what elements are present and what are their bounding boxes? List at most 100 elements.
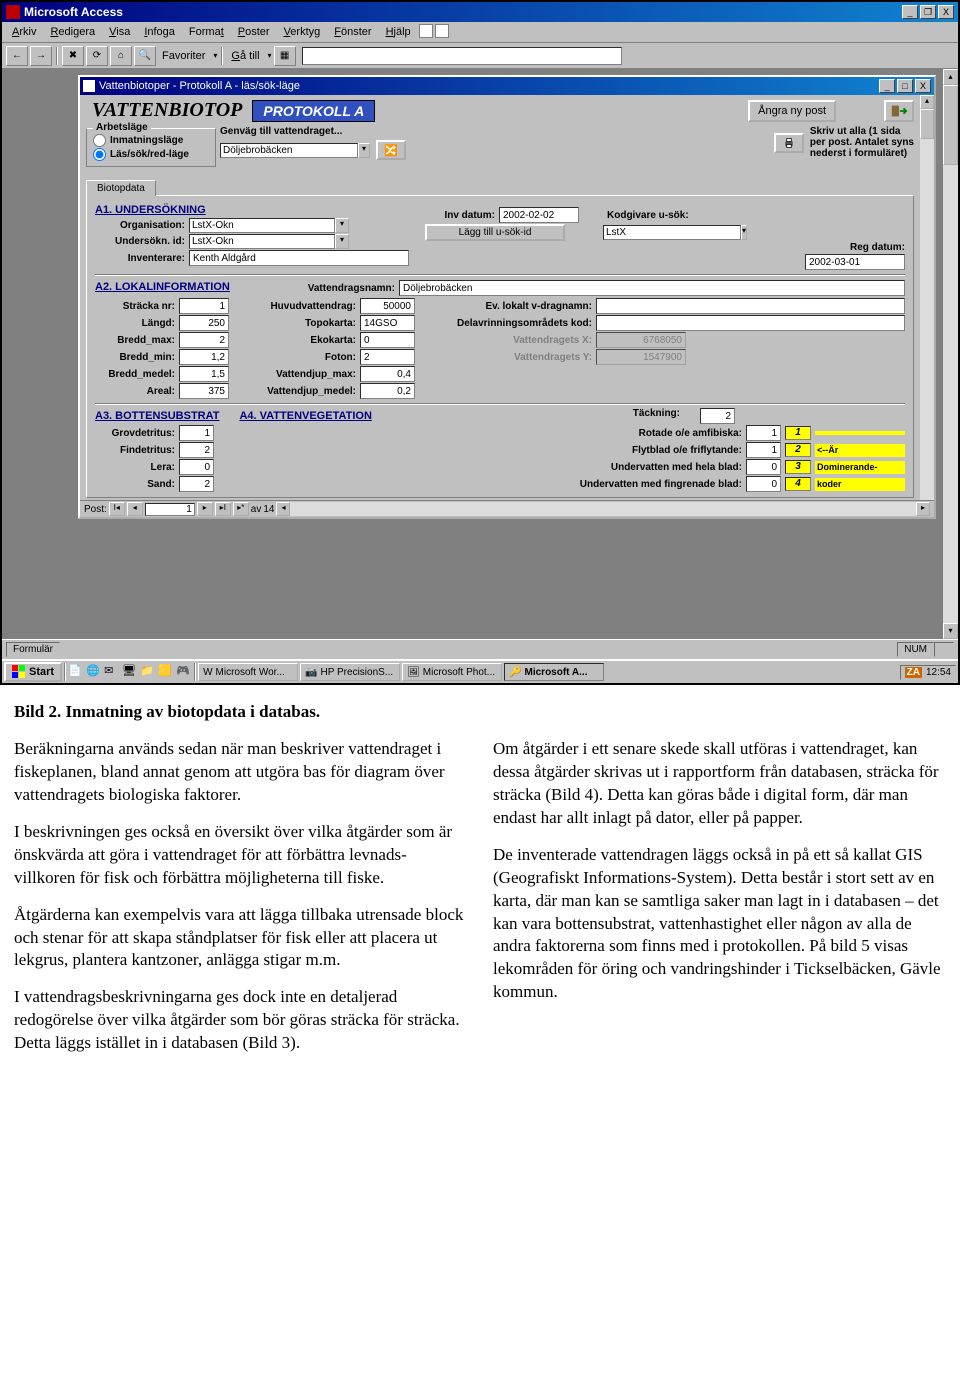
form-minimize-button[interactable]: _ [879, 79, 895, 93]
rotade-input[interactable] [746, 425, 781, 441]
kodgivare-input[interactable] [603, 225, 741, 240]
print-button[interactable] [774, 133, 804, 153]
menu-arkiv[interactable]: Arkiv [6, 24, 42, 40]
gatill-label[interactable]: Gå till [227, 50, 263, 62]
tackning-input[interactable] [700, 408, 735, 424]
regdatum-input[interactable] [805, 254, 905, 270]
gatill-dropdown-icon[interactable]: ▾ [266, 51, 272, 60]
task-hp[interactable]: 📷HP PrecisionS... [300, 663, 400, 681]
scroll-up-icon[interactable]: ▴ [943, 69, 958, 85]
menu-fonster[interactable]: Fönster [328, 24, 377, 40]
invdatum-input[interactable] [499, 207, 579, 223]
lang-indicator[interactable]: ZA [905, 667, 922, 678]
dom-1[interactable]: 1 [785, 426, 811, 440]
close-button[interactable]: X [938, 5, 954, 19]
topokarta-input[interactable] [360, 315, 415, 331]
genvag-go-button[interactable]: 🔀 [376, 140, 406, 160]
radio-inmatning[interactable]: Inmatningsläge [93, 134, 209, 147]
quicklaunch-icon-1[interactable]: 📄 [68, 664, 84, 680]
nav-forward-button[interactable]: → [30, 46, 52, 66]
grovdetritus-input[interactable] [179, 425, 214, 441]
quicklaunch-icon-5[interactable]: 📁 [140, 664, 156, 680]
hscroll-right-icon[interactable]: ▸ [916, 502, 930, 516]
form-close-button[interactable]: X [915, 79, 931, 93]
exit-door-icon[interactable] [884, 100, 914, 122]
langd-input[interactable] [179, 315, 229, 331]
quicklaunch-icon-3[interactable]: ✉ [104, 664, 120, 680]
form-scrollbar[interactable]: ▴ [920, 95, 934, 500]
nav-new-button[interactable]: ▸* [233, 502, 249, 516]
menu-extra-icon-2[interactable] [435, 24, 449, 38]
task-photo[interactable]: 🖼Microsoft Phot... [402, 663, 502, 681]
menu-infoga[interactable]: Infoga [138, 24, 181, 40]
task-word[interactable]: WMicrosoft Wor... [198, 663, 298, 681]
nav-last-button[interactable]: ▸I [215, 502, 231, 516]
nav-prev-button[interactable]: ◂ [127, 502, 143, 516]
quicklaunch-icon-7[interactable]: 🎮 [176, 664, 192, 680]
quicklaunch-icon-4[interactable]: 🖥 [122, 664, 138, 680]
menu-verktyg[interactable]: Verktyg [278, 24, 327, 40]
vdjupmax-input[interactable] [360, 366, 415, 382]
toolbar-icon[interactable]: ▦ [274, 46, 296, 66]
laggtill-button[interactable]: Lägg till u-sök-id [425, 224, 565, 241]
huvud-input[interactable] [360, 298, 415, 314]
favoriter-dropdown-icon[interactable]: ▾ [211, 51, 217, 60]
nav-first-button[interactable]: I◂ [109, 502, 125, 516]
evlokalt-input[interactable] [596, 298, 905, 314]
record-current-input[interactable] [145, 503, 195, 516]
refresh-button[interactable]: ⟳ [86, 46, 108, 66]
genvag-dropdown-icon[interactable]: ▾ [358, 143, 370, 158]
angra-button[interactable]: Ångra ny post [748, 100, 836, 122]
quicklaunch-icon-2[interactable]: 🌐 [86, 664, 102, 680]
search-button[interactable]: 🔍 [134, 46, 156, 66]
sand-input[interactable] [179, 476, 214, 492]
kodgivare-combo[interactable]: ▾ [603, 225, 703, 240]
genvag-combo[interactable]: ▾ [220, 143, 370, 158]
menu-redigera[interactable]: Redigera [44, 24, 101, 40]
menu-hjalp[interactable]: Hjälp [380, 24, 417, 40]
areal-input[interactable] [179, 383, 229, 399]
delavr-input[interactable] [596, 315, 905, 331]
favoriter-label[interactable]: Favoriter [158, 50, 209, 62]
radio-lassok[interactable]: Läs/sök/red-läge [93, 148, 209, 161]
undf-input[interactable] [746, 476, 781, 492]
inventerare-input[interactable] [189, 250, 409, 266]
breddmin-input[interactable] [179, 349, 229, 365]
task-access[interactable]: 🔑Microsoft A... [504, 663, 604, 681]
start-button[interactable]: Start [4, 662, 62, 682]
hscroll-left-icon[interactable]: ◂ [276, 502, 290, 516]
address-bar[interactable] [302, 47, 622, 65]
dom-4[interactable]: 4 [785, 477, 811, 491]
menu-poster[interactable]: Poster [232, 24, 276, 40]
organisation-combo[interactable]: ▾ [189, 218, 349, 233]
breddmedel-input[interactable] [179, 366, 229, 382]
vattendragsnamn-input[interactable] [399, 280, 905, 296]
flytblad-input[interactable] [746, 442, 781, 458]
menu-visa[interactable]: Visa [103, 24, 136, 40]
nav-back-button[interactable]: ← [6, 46, 28, 66]
kodgivare-dd-icon[interactable]: ▾ [741, 225, 747, 240]
quicklaunch-icon-6[interactable]: 🟨 [158, 664, 174, 680]
undh-input[interactable] [746, 459, 781, 475]
foton-input[interactable] [360, 349, 415, 365]
form-maximize-button[interactable]: □ [897, 79, 913, 93]
scroll-thumb[interactable] [943, 85, 958, 165]
findetritus-input[interactable] [179, 442, 214, 458]
organisation-dd-icon[interactable]: ▾ [335, 218, 349, 233]
vdjupmedel-input[interactable] [360, 383, 415, 399]
stracka-input[interactable] [179, 298, 229, 314]
tab-biotopdata[interactable]: Biotopdata [86, 180, 156, 196]
scroll-down-icon[interactable]: ▾ [943, 623, 958, 639]
nav-next-button[interactable]: ▸ [197, 502, 213, 516]
workspace-scrollbar[interactable]: ▴ ▾ [942, 69, 958, 639]
home-button[interactable]: ⌂ [110, 46, 132, 66]
dom-2[interactable]: 2 [785, 443, 811, 457]
ekokarta-input[interactable] [360, 332, 415, 348]
record-hscroll[interactable]: ◂ ▸ [276, 502, 930, 516]
menu-extra-icon-1[interactable] [419, 24, 433, 38]
undersoknid-input[interactable] [189, 234, 335, 249]
dom-3[interactable]: 3 [785, 460, 811, 474]
undersoknid-combo[interactable]: ▾ [189, 234, 349, 249]
restore-button[interactable]: ❐ [920, 5, 936, 19]
organisation-input[interactable] [189, 218, 335, 233]
